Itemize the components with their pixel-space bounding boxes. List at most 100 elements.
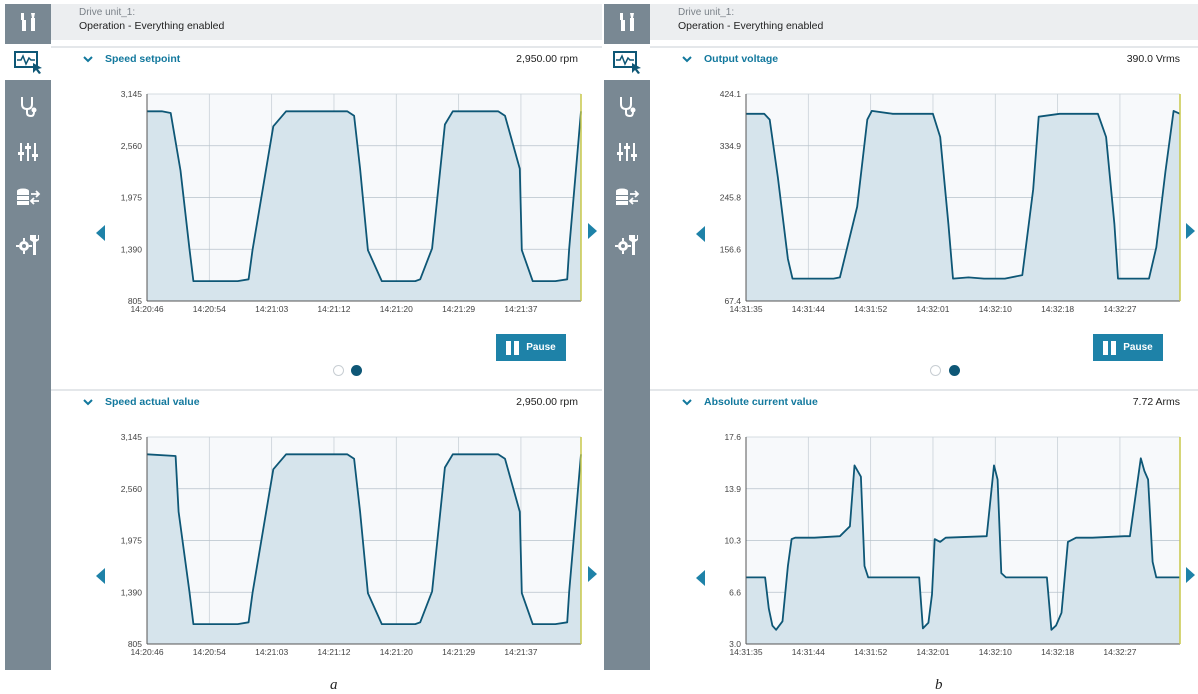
- chart-prev-arrow-icon[interactable]: [696, 570, 705, 586]
- y-tick-label: 2,560: [121, 141, 143, 151]
- x-tick-label: 14:32:27: [1103, 304, 1136, 314]
- x-tick-label: 14:21:29: [442, 304, 475, 314]
- monitor-trace-icon[interactable]: [604, 44, 650, 80]
- database-transfer-icon[interactable]: [5, 180, 51, 216]
- chart-title: Output voltage: [704, 53, 779, 65]
- y-tick-label: 10.3: [724, 536, 741, 546]
- panel-b: Drive unit_1: Operation - Everything ena…: [650, 4, 1198, 670]
- pause-button[interactable]: Pause: [496, 334, 566, 361]
- y-tick-label: 1,975: [121, 536, 143, 546]
- speed-setpoint-chart: 3,1452,5601,9751,39080514:20:46 14:20:54 1…: [121, 89, 582, 314]
- pause-button-label: Pause: [526, 342, 556, 353]
- settings-wrench-icon[interactable]: [5, 226, 51, 262]
- chevron-down-icon[interactable]: [682, 56, 692, 63]
- stethoscope-icon[interactable]: [5, 88, 51, 124]
- pager-dot-1[interactable]: [333, 365, 344, 376]
- chart-current-value: 2,950.00 rpm: [516, 396, 578, 408]
- tools-icon[interactable]: [604, 4, 650, 40]
- x-tick-label: 14:21:03: [255, 647, 288, 657]
- x-tick-label: 14:20:46: [130, 647, 163, 657]
- y-tick-label: 3,145: [121, 432, 143, 442]
- pager-dot-1[interactable]: [930, 365, 941, 376]
- x-tick-label: 14:31:52: [854, 304, 887, 314]
- chart-prev-arrow-icon[interactable]: [96, 225, 105, 241]
- drive-status-header: Drive unit_1: Operation - Everything ena…: [650, 4, 1198, 40]
- x-tick-label: 14:32:27: [1103, 647, 1136, 657]
- y-tick-label: 17.6: [724, 432, 741, 442]
- x-tick-label: 14:20:46: [130, 304, 163, 314]
- x-tick-label: 14:31:44: [792, 304, 825, 314]
- chart-prev-arrow-icon[interactable]: [696, 226, 705, 242]
- chart-header-speed-setpoint[interactable]: Speed setpoint 2,950.00 rpm: [51, 46, 602, 70]
- chart-prev-arrow-icon[interactable]: [96, 568, 105, 584]
- x-tick-label: 14:20:54: [193, 647, 226, 657]
- x-tick-label: 14:32:01: [916, 647, 949, 657]
- chart-header-output-voltage[interactable]: Output voltage 390.0 Vrms: [650, 46, 1198, 70]
- pause-icon: [506, 340, 520, 355]
- y-tick-label: 6.6: [729, 587, 741, 597]
- x-tick-label: 14:21:12: [317, 647, 350, 657]
- x-tick-label: 14:21:37: [504, 647, 537, 657]
- pause-icon: [1103, 340, 1117, 355]
- chart-title: Speed setpoint: [105, 53, 181, 65]
- x-tick-label: 14:21:20: [380, 647, 413, 657]
- chevron-down-icon[interactable]: [83, 56, 93, 63]
- tools-icon[interactable]: [5, 4, 51, 40]
- x-tick-label: 14:32:18: [1041, 304, 1074, 314]
- x-tick-label: 14:21:29: [442, 647, 475, 657]
- figure-caption-b: b: [935, 677, 943, 693]
- pager-dot-2-active[interactable]: [351, 365, 362, 376]
- x-tick-label: 14:31:52: [854, 647, 887, 657]
- drive-status-header: Drive unit_1: Operation - Everything ena…: [51, 4, 602, 40]
- chart-title: Absolute current value: [704, 396, 818, 408]
- x-tick-label: 14:21:37: [504, 304, 537, 314]
- x-tick-label: 14:20:54: [193, 304, 226, 314]
- y-tick-label: 3,145: [121, 89, 143, 99]
- y-tick-label: 1,390: [121, 587, 143, 597]
- operation-state: Operation - Everything enabled: [79, 20, 225, 32]
- pager-dot-2-active[interactable]: [949, 365, 960, 376]
- y-tick-label: 156.6: [720, 244, 742, 254]
- x-tick-label: 14:32:10: [979, 647, 1012, 657]
- operation-state: Operation - Everything enabled: [678, 20, 824, 32]
- y-tick-label: 13.9: [724, 484, 741, 494]
- sliders-icon[interactable]: [604, 134, 650, 170]
- chart-header-absolute-current[interactable]: Absolute current value 7.72 Arms: [650, 389, 1198, 413]
- pause-button-label: Pause: [1123, 342, 1153, 353]
- y-tick-label: 1,975: [121, 193, 143, 203]
- chart-current-value: 7.72 Arms: [1132, 396, 1180, 408]
- monitor-trace-icon[interactable]: [5, 44, 51, 80]
- sliders-icon[interactable]: [5, 134, 51, 170]
- x-tick-label: 14:21:03: [255, 304, 288, 314]
- absolute-current-chart: 17.613.910.36.63.014:31:35 14:31:44 14:31:…: [724, 432, 1181, 657]
- settings-wrench-icon[interactable]: [604, 226, 650, 262]
- panel-a: Drive unit_1: Operation - Everything ena…: [51, 4, 602, 670]
- y-tick-label: 424.1: [720, 89, 742, 99]
- chevron-down-icon[interactable]: [682, 399, 692, 406]
- y-tick-label: 334.9: [720, 141, 742, 151]
- x-tick-label: 14:31:35: [729, 647, 762, 657]
- x-tick-label: 14:32:01: [916, 304, 949, 314]
- y-tick-label: 1,390: [121, 244, 143, 254]
- sidebar-a: [5, 4, 51, 670]
- chart-header-speed-actual[interactable]: Speed actual value 2,950.00 rpm: [51, 389, 602, 413]
- output-voltage-chart: 424.1334.9245.8156.667.414:31:35 14:31:44…: [720, 89, 1181, 314]
- database-transfer-icon[interactable]: [604, 180, 650, 216]
- speed-actual-chart: 3,1452,5601,9751,39080514:20:46 14:20:54 1…: [121, 432, 582, 657]
- pause-button[interactable]: Pause: [1093, 334, 1163, 361]
- chart-title: Speed actual value: [105, 396, 200, 408]
- drive-unit-label: Drive unit_1:: [678, 7, 735, 18]
- x-tick-label: 14:32:18: [1041, 647, 1074, 657]
- x-tick-label: 14:21:20: [380, 304, 413, 314]
- sidebar-b: [604, 4, 650, 670]
- y-tick-label: 245.8: [720, 193, 742, 203]
- x-tick-label: 14:21:12: [317, 304, 350, 314]
- figure-caption-a: a: [330, 677, 338, 693]
- x-tick-label: 14:31:44: [792, 647, 825, 657]
- drive-unit-label: Drive unit_1:: [79, 7, 136, 18]
- chart-current-value: 390.0 Vrms: [1126, 53, 1180, 65]
- stethoscope-icon[interactable]: [604, 88, 650, 124]
- chart-current-value: 2,950.00 rpm: [516, 53, 578, 65]
- y-tick-label: 2,560: [121, 484, 143, 494]
- chevron-down-icon[interactable]: [83, 399, 93, 406]
